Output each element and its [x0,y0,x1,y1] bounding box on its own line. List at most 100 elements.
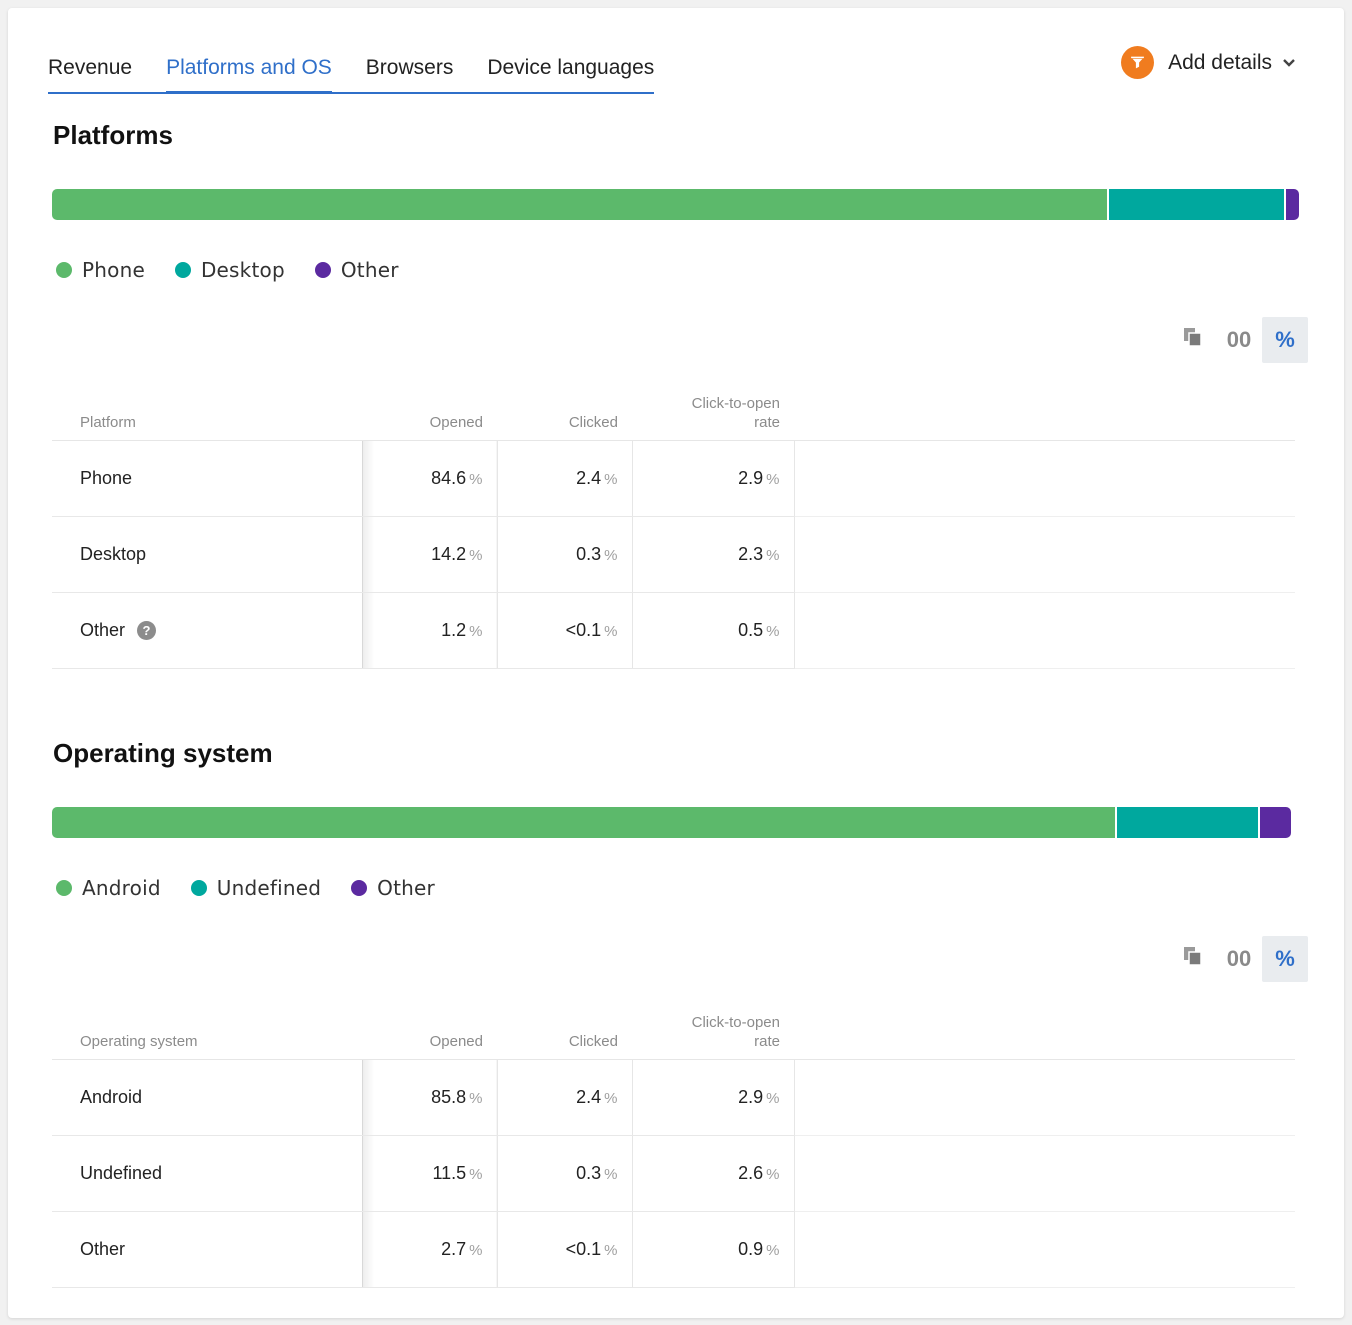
column-header-operating-system[interactable]: Operating system [52,1011,362,1060]
table-row: Other 2.7% <0.1% 0.9% [52,1211,1295,1288]
row-spacer [794,440,1295,517]
help-icon[interactable]: ? [137,621,157,641]
column-header-spacer [794,1011,1295,1060]
cell-unit: % [766,1241,780,1259]
cell-unit: % [766,1089,780,1107]
section-title: Platforms [53,120,173,150]
cell-value: 2.9 [738,467,764,488]
cell-value: 0.5 [738,619,764,640]
absolute-values-button[interactable]: 00 [1216,317,1262,363]
absolute-values-button[interactable]: 00 [1216,936,1262,982]
bar-segment-phone[interactable] [52,189,1107,220]
row-spacer [794,1059,1295,1136]
cell-opened: 2.7% [362,1211,498,1288]
copy-icon [1183,946,1203,972]
cell-unit: % [469,1165,483,1183]
cell-value: <0.1 [565,1238,602,1259]
tab-bar: Revenue Platforms and OS Browsers Device… [48,38,655,94]
cell-ctor: 2.9% [632,440,795,517]
os-legend: Android Undefined Other [56,876,465,900]
cell-value: 0.3 [576,543,602,564]
legend-dot-icon [56,880,72,896]
tab-browsers[interactable]: Browsers [366,38,454,92]
column-header-clicked[interactable]: Clicked [497,392,632,441]
section-title: Operating system [53,738,273,768]
row-spacer [794,516,1295,593]
bar-segment-other[interactable] [1257,807,1291,838]
cell-opened: 84.6% [362,440,498,517]
percent-values-button[interactable]: % [1262,936,1308,982]
cell-value: 84.6 [431,467,467,488]
column-header-clicked[interactable]: Clicked [497,1011,632,1060]
cell-opened: 1.2% [362,592,498,669]
cell-unit: % [604,622,618,640]
cell-value: 11.5 [432,1162,467,1183]
cell-value: 14.2 [431,543,467,564]
row-label: Android [52,1059,363,1136]
row-label: Other [52,1211,363,1288]
cell-unit: % [766,546,780,564]
legend-item-phone: Phone [56,258,145,282]
column-header-spacer [794,392,1295,441]
cell-value: <0.1 [565,619,602,640]
bar-segment-desktop[interactable] [1106,189,1285,220]
cell-opened: 11.5% [362,1135,498,1212]
bar-segment-undefined[interactable] [1115,807,1258,838]
cell-ctor: 2.9% [632,1059,795,1136]
cell-value: 85.8 [431,1086,467,1107]
report-card: Revenue Platforms and OS Browsers Device… [8,8,1344,1318]
cell-ctor: 0.5% [632,592,795,669]
column-header-click-to-open-rate[interactable]: Click-to-open rate [632,1011,794,1060]
cell-unit: % [766,622,780,640]
platforms-stacked-bar [52,189,1299,220]
bar-segment-android[interactable] [52,807,1116,838]
column-header-platform[interactable]: Platform [52,392,362,441]
table-row: Desktop 14.2% 0.3% 2.3% [52,516,1295,593]
legend-label: Other [340,258,399,282]
legend-dot-icon [56,262,72,278]
cell-value: 0.3 [576,1162,602,1183]
cell-unit: % [604,1089,618,1107]
percent-values-button[interactable]: % [1262,317,1308,363]
legend-label: Android [82,876,161,900]
cell-opened: 85.8% [362,1059,498,1136]
column-header-click-to-open-rate[interactable]: Click-to-open rate [632,392,794,441]
filter-icon [1121,46,1155,79]
tab-device-languages[interactable]: Device languages [487,38,654,92]
legend-label: Phone [82,258,145,282]
bar-segment-other[interactable] [1284,189,1299,220]
tab-revenue[interactable]: Revenue [48,38,132,92]
platforms-legend: Phone Desktop Other [56,258,429,282]
add-details-label: Add details [1168,50,1272,74]
cell-value: 2.9 [738,1086,764,1107]
column-header-opened[interactable]: Opened [362,1011,497,1060]
cell-unit: % [766,1165,780,1183]
table-row: Phone 84.6% 2.4% 2.9% [52,440,1295,517]
legend-item-other: Other [351,876,435,900]
row-spacer [794,1135,1295,1212]
row-label-text: Phone [80,467,133,488]
row-label: Phone [52,440,363,517]
column-header-opened[interactable]: Opened [362,392,497,441]
legend-item-undefined: Undefined [190,876,322,900]
copy-button[interactable] [1170,936,1216,982]
cell-unit: % [469,470,483,488]
legend-label: Undefined [216,876,322,900]
legend-item-desktop: Desktop [174,258,285,282]
tab-platforms-and-os[interactable]: Platforms and OS [166,38,332,94]
row-label: Undefined [52,1135,363,1212]
cell-unit: % [604,546,618,564]
cell-value: 2.6 [738,1162,764,1183]
row-spacer [794,1211,1295,1288]
legend-item-other: Other [314,258,399,282]
row-label-text: Android [80,1086,143,1107]
cell-value: 2.4 [576,1086,602,1107]
table-row: Android 85.8% 2.4% 2.9% [52,1059,1295,1136]
copy-button[interactable] [1170,317,1216,363]
os-stacked-bar [52,807,1291,838]
add-details-button[interactable]: Add details [1121,46,1296,79]
cell-clicked: <0.1% [497,1211,633,1288]
cell-unit: % [469,1089,483,1107]
cell-value: 0.9 [738,1238,764,1259]
cell-ctor: 2.6% [632,1135,795,1212]
